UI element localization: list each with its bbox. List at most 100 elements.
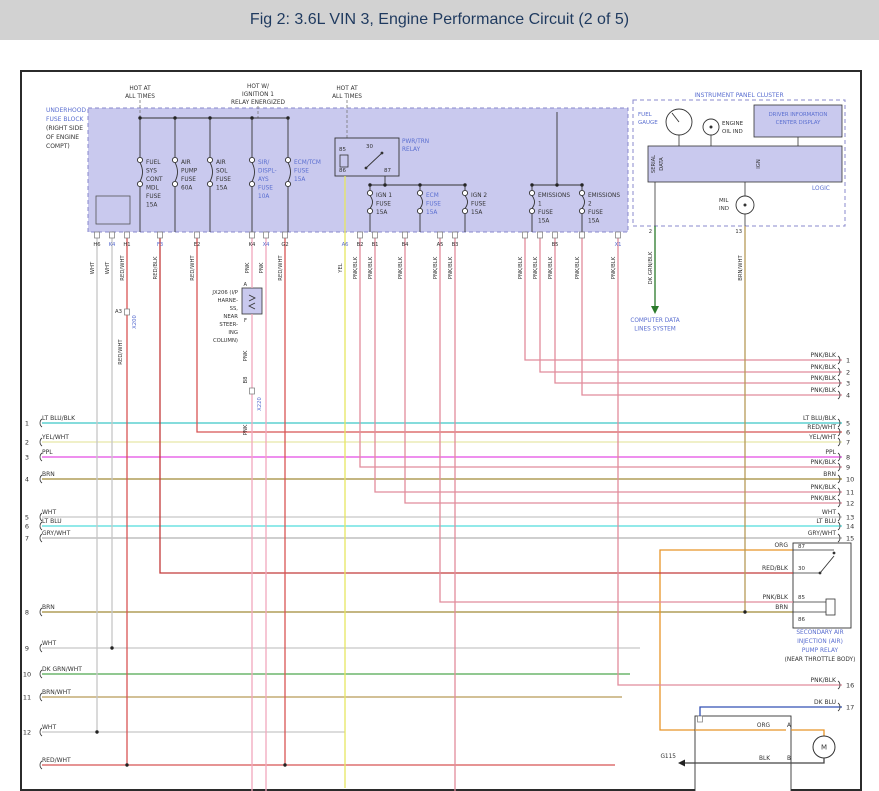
- fuse-terminal: [249, 157, 254, 162]
- pin-bracket: [403, 232, 408, 238]
- mil-label: IND: [719, 206, 729, 212]
- pin-label: X4: [263, 242, 271, 248]
- row-number: 12: [23, 729, 31, 737]
- fuse-label: FUEL: [146, 160, 161, 166]
- fuse-label: FUSE: [294, 169, 309, 175]
- fuse-terminal: [462, 190, 467, 195]
- relay-pin: 30: [798, 566, 805, 572]
- fuse-label: FUSE: [146, 194, 161, 200]
- fuse-label: 15A: [538, 219, 549, 225]
- pin-label: A6: [342, 242, 349, 248]
- fuse-label: SYS: [146, 169, 157, 175]
- wire-label: LT BLU/BLK: [42, 415, 76, 422]
- pin-bracket: [358, 232, 363, 238]
- fuse-label: 15A: [216, 186, 227, 192]
- wire-label: RED/WHT: [42, 757, 71, 764]
- fuse-label: EMISSIONS: [588, 193, 620, 199]
- wiring-diagram: 1LT BLU/BLK5LT BLU/BLK2YEL/WHT7YEL/WHT3P…: [0, 0, 879, 791]
- row-number: 14: [846, 523, 854, 531]
- wire-label: PNK/BLK: [811, 495, 838, 502]
- relay-pin: 30: [366, 144, 373, 150]
- jx206-label: HARNE-: [217, 298, 238, 304]
- hot-tag: ALL TIMES: [332, 94, 362, 100]
- engine-oil-icon-dot: [710, 126, 713, 129]
- relay-pin: 86: [339, 168, 346, 174]
- wire-annotation: PNK: [243, 424, 249, 435]
- wire-label: PNK/BLK: [368, 256, 374, 279]
- wire-label: WHT: [42, 509, 56, 516]
- fuse-terminal: [137, 157, 142, 162]
- wire-label: PNK/BLK: [611, 256, 617, 279]
- pin-label: B2: [357, 242, 364, 248]
- wire-annotation: PNK: [243, 350, 249, 361]
- motor-label: M: [821, 744, 827, 752]
- row-number: 13: [846, 514, 854, 522]
- wire-annotation: A3: [115, 309, 122, 315]
- figure-title-bar: Fig 2: 3.6L VIN 3, Engine Performance Ci…: [0, 0, 879, 40]
- row-number: 10: [846, 476, 854, 484]
- pin-bracket: [373, 232, 378, 238]
- pin-label: H1: [123, 242, 130, 248]
- fuse-terminal: [529, 208, 534, 213]
- wire-label: PNK/BLK: [548, 256, 554, 279]
- engine-oil-label: OIL IND: [722, 129, 743, 135]
- pin-bracket: [523, 232, 528, 238]
- pin-bracket: [698, 716, 703, 722]
- hot-tag: HOT AT: [336, 86, 358, 92]
- wire-label: PNK/BLK: [353, 256, 359, 279]
- cluster-title: INSTRUMENT PANEL CLUSTER: [694, 92, 783, 99]
- fuse-terminal: [579, 208, 584, 213]
- row-number: 9: [25, 645, 29, 653]
- pin-label: 2: [649, 229, 652, 235]
- fuse-block-label: (RIGHT SIDE: [46, 125, 83, 132]
- mil-label: MIL: [719, 198, 729, 204]
- wire-label: DK BLU: [814, 699, 836, 706]
- fuse-label: 15A: [146, 203, 157, 209]
- wire-annotation: B8: [243, 376, 249, 384]
- wire-label: BLK: [759, 756, 770, 762]
- pin-bracket: [125, 309, 130, 315]
- wire-label: LT BLU: [42, 518, 62, 525]
- wire-label: PNK: [245, 262, 251, 273]
- row-number: 6: [846, 429, 850, 437]
- row-number: 5: [846, 420, 850, 428]
- wire-label: PNK/BLK: [811, 677, 838, 684]
- fuse-label: 15A: [294, 177, 305, 183]
- junction-dot: [125, 763, 128, 766]
- wire-label: WHT: [105, 261, 111, 274]
- wire-label: PPL: [825, 449, 836, 456]
- cluster-board: [648, 146, 842, 182]
- fuse-label: FUSE: [588, 210, 603, 216]
- fuse-terminal: [172, 157, 177, 162]
- wire-annotation: X200: [132, 315, 138, 329]
- row-number: 8: [846, 454, 850, 462]
- pin-label: G2: [281, 242, 288, 248]
- wire-label: WHT: [822, 509, 836, 516]
- fuse-label: 1: [538, 202, 542, 208]
- jx206-label: NEAR: [223, 314, 238, 320]
- air-pump-assembly: [695, 716, 791, 791]
- fuse-label: 15A: [471, 210, 482, 216]
- wire-label: PNK/BLK: [398, 256, 404, 279]
- wire-label: BRN/WHT: [738, 254, 744, 280]
- row-number: 11: [23, 694, 31, 702]
- pin-bracket: [438, 232, 443, 238]
- row-number: 6: [25, 523, 29, 531]
- pin-bracket: [95, 232, 100, 238]
- wire-label: PNK/BLK: [433, 256, 439, 279]
- pin-label: A: [787, 723, 791, 729]
- relay-contact: [833, 552, 836, 555]
- wire-label: PNK/BLK: [811, 484, 838, 491]
- row-number: 2: [846, 369, 850, 377]
- wire-label: BRN: [42, 604, 55, 611]
- pin-label: B3: [452, 242, 459, 248]
- fuse-terminal: [417, 190, 422, 195]
- air-relay-label: PUMP RELAY: [802, 648, 839, 654]
- pin-bracket: [453, 232, 458, 238]
- hot-tag: RELAY ENERGIZED: [231, 100, 285, 106]
- wire-label: WHT: [90, 261, 96, 274]
- row-number: 17: [846, 704, 854, 712]
- fuse-label: FUSE: [258, 186, 273, 192]
- wire-label: DK GRN/BLK: [648, 251, 654, 284]
- wire-label: PNK/BLK: [448, 256, 454, 279]
